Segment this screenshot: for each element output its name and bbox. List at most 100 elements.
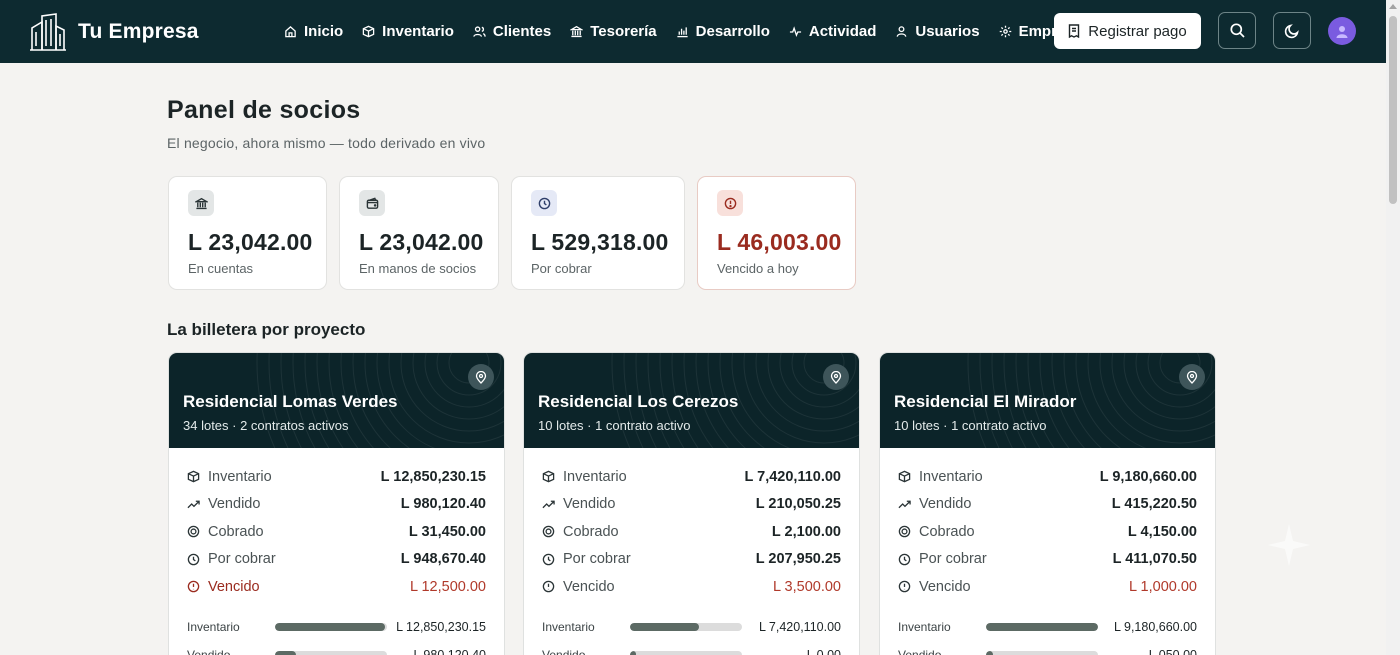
nav-item-usuarios[interactable]: Usuarios [895,23,980,40]
metric-label: Cobrado [563,523,619,540]
progress-track [275,650,387,655]
progress-list: Inventario L 9,180,660.00 Vendido L 050.… [880,601,1215,655]
progress-value: L 9,180,660.00 [1114,619,1197,634]
metric-row: Inventario L 7,420,110.00 [542,463,841,491]
home-icon [285,25,296,38]
scroll-up-arrow[interactable] [1389,4,1397,9]
clock-icon [898,553,911,566]
progress-track [986,650,1098,655]
metric-label: Vendido [208,496,261,513]
clock-icon [538,197,550,209]
chart-icon [677,27,688,38]
project-card[interactable]: Residencial El Mirador 10 lotes · 1 cont… [879,352,1216,655]
metric-row: Vencido L 3,500.00 [542,573,841,601]
nav-label: Tesorería [590,23,657,40]
stat-icon-wrap [188,190,214,216]
progress-row: Vendido L 0.00 [542,641,841,655]
metric-value: L 7,420,110.00 [744,468,842,485]
brand-name: Tu Empresa [78,19,199,43]
project-name: Residencial Los Cerezos [538,392,739,411]
map-pin-icon [1186,370,1198,384]
alert-icon [898,580,911,593]
moon-icon [1284,24,1299,39]
stat-card-en-manos-de-socios: L 23,042.00 En manos de socios [339,176,499,290]
alert-icon [542,580,555,593]
stat-icon-wrap [531,190,557,216]
metric-row: Cobrado L 4,150.00 [898,518,1197,546]
box-icon [542,470,555,483]
metric-list: Inventario L 9,180,660.00 Vendido L 415,… [880,448,1215,601]
scrollbar-thumb[interactable] [1389,16,1397,204]
metric-row: Por cobrar L 948,670.40 [187,546,486,574]
progress-track [630,622,742,631]
metric-value: L 948,670.40 [400,551,486,568]
project-card-header: Residencial Los Cerezos 10 lotes · 1 con… [524,353,859,448]
nav-item-inicio[interactable]: Inicio [284,23,343,40]
progress-value: L 12,850,230.15 [396,619,486,634]
search-button[interactable] [1218,12,1256,49]
nav-item-actividad[interactable]: Actividad [789,23,876,40]
metric-label: Vencido [563,578,615,595]
location-button[interactable] [823,364,849,390]
progress-track [986,622,1098,631]
project-subtitle: 10 lotes · 1 contrato activo [894,418,1047,433]
stat-value: L 23,042.00 [359,229,484,255]
register-payment-label: Registrar pago [1088,22,1187,40]
stat-value: L 529,318.00 [531,229,669,255]
metric-label: Cobrado [208,523,264,540]
metric-row: Cobrado L 31,450.00 [187,518,486,546]
user-avatar[interactable] [1328,17,1356,45]
page-scrollbar[interactable] [1386,0,1400,655]
project-card[interactable]: Residencial Lomas Verdes 34 lotes · 2 co… [168,352,505,655]
progress-row: Inventario L 12,850,230.15 [187,613,486,641]
theme-toggle-button[interactable] [1273,12,1311,49]
map-pin-icon [475,370,487,384]
brand[interactable]: Tu Empresa [28,12,278,52]
progress-label: Inventario [187,619,240,634]
nav-item-inventario[interactable]: Inventario [362,23,454,40]
progress-fill [986,622,1098,631]
metric-value: L 1,000.00 [1129,578,1197,595]
clock-icon [187,553,200,566]
metric-label: Vendido [919,496,972,513]
progress-row: Vendido L 050.00 [898,641,1197,655]
metric-value: L 12,850,230.15 [380,468,486,485]
wallet-icon [366,197,378,209]
location-button[interactable] [1179,364,1205,390]
stat-icon-wrap [359,190,385,216]
progress-row: Vendido L 980,120.40 [187,641,486,655]
nav-item-desarrollo[interactable]: Desarrollo [676,23,770,40]
metric-value: L 3,500.00 [773,578,841,595]
metric-row: Por cobrar L 411,070.50 [898,546,1197,574]
location-button[interactable] [468,364,494,390]
progress-label: Vendido [187,647,231,655]
project-name: Residencial Lomas Verdes [183,392,398,411]
metric-label: Vendido [563,496,616,513]
metric-row: Vendido L 415,220.50 [898,491,1197,519]
project-name: Residencial El Mirador [894,392,1077,411]
progress-label: Inventario [542,619,595,634]
progress-value: L 980,120.40 [413,647,486,655]
nav-label: Desarrollo [695,23,770,40]
progress-list: Inventario L 7,420,110.00 Vendido L 0.00 [524,601,859,655]
register-payment-button[interactable]: Registrar pago [1054,13,1201,49]
metric-label: Cobrado [919,523,975,540]
metric-label: Inventario [563,468,627,485]
activity-icon [789,26,801,38]
metric-value: L 415,220.50 [1111,496,1197,513]
nav-item-clientes[interactable]: Clientes [473,23,551,40]
progress-label: Inventario [898,619,951,634]
progress-label: Vendido [542,647,586,655]
progress-fill [630,650,636,655]
stat-value: L 23,042.00 [188,229,313,255]
decorative-sparkle-icon [1268,524,1310,566]
progress-row: Inventario L 7,420,110.00 [542,613,841,641]
progress-fill [275,622,385,631]
main-nav: Inicio Inventario Clientes Tesorería Des… [284,23,1101,40]
page-subtitle: El negocio, ahora mismo — todo derivado … [167,135,486,151]
nav-item-tesoreria[interactable]: Tesorería [570,23,657,40]
project-card[interactable]: Residencial Los Cerezos 10 lotes · 1 con… [523,352,860,655]
progress-list: Inventario L 12,850,230.15 Vendido L 980… [169,601,504,655]
metric-value: L 411,070.50 [1112,551,1197,568]
page-title: Panel de socios [167,96,361,124]
